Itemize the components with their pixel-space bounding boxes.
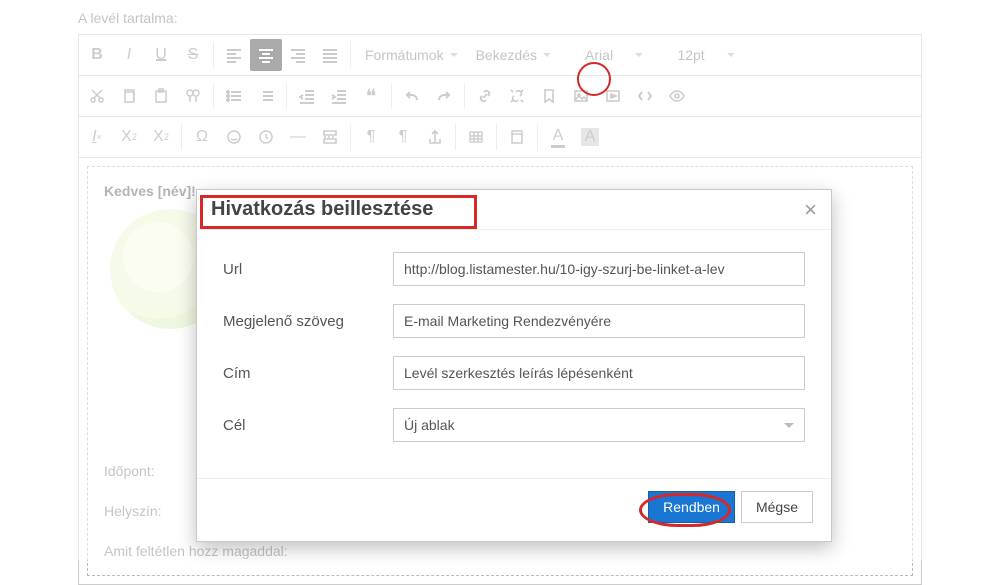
- code-button[interactable]: [629, 80, 661, 112]
- align-center-button[interactable]: [250, 39, 282, 71]
- redo-button[interactable]: [428, 80, 460, 112]
- table-button[interactable]: [460, 121, 492, 153]
- panel-label: A levél tartalma:: [0, 0, 1000, 34]
- anchor-button[interactable]: [419, 121, 451, 153]
- formats-dropdown[interactable]: Formátumok: [355, 39, 466, 71]
- separator: [537, 124, 538, 150]
- subscript-button[interactable]: X2: [113, 121, 145, 153]
- dialog-header: Hivatkozás beillesztése ×: [197, 190, 831, 230]
- bg-color-button[interactable]: A: [574, 121, 606, 153]
- emoji-button[interactable]: [218, 121, 250, 153]
- toolbar-row-2: ❝: [79, 76, 921, 117]
- superscript-button[interactable]: X2: [145, 121, 177, 153]
- insert-link-dialog: Hivatkozás beillesztése × Url Megjelenő …: [196, 189, 832, 542]
- italic-button[interactable]: I: [113, 39, 145, 71]
- hr-button[interactable]: —: [282, 121, 314, 153]
- separator: [496, 124, 497, 150]
- strikethrough-button[interactable]: S: [177, 39, 209, 71]
- separator: [286, 83, 287, 109]
- close-icon[interactable]: ×: [804, 199, 817, 221]
- outdent-button[interactable]: [291, 80, 323, 112]
- ltr-button[interactable]: ¶: [355, 121, 387, 153]
- pagebreak-button[interactable]: [314, 121, 346, 153]
- display-text-label: Megjelenő szöveg: [223, 313, 393, 330]
- target-label: Cél: [223, 417, 393, 434]
- dialog-title: Hivatkozás beillesztése: [211, 198, 433, 221]
- template-button[interactable]: [501, 121, 533, 153]
- meta-bring: Amit feltétlen hozz magaddal:: [104, 543, 896, 559]
- cut-button[interactable]: [81, 80, 113, 112]
- url-label: Url: [223, 261, 393, 278]
- display-text-input[interactable]: [393, 304, 805, 338]
- separator: [350, 124, 351, 150]
- separator: [213, 42, 214, 68]
- highlight-ok-button: [639, 493, 731, 527]
- separator: [464, 83, 465, 109]
- clear-format-button[interactable]: I×: [81, 121, 113, 153]
- align-left-button[interactable]: [218, 39, 250, 71]
- number-list-button[interactable]: [250, 80, 282, 112]
- paste-button[interactable]: [145, 80, 177, 112]
- dialog-footer: Rendben Mégse: [197, 478, 831, 541]
- underline-button[interactable]: U: [145, 39, 177, 71]
- url-input[interactable]: [393, 252, 805, 286]
- undo-button[interactable]: [396, 80, 428, 112]
- fontsize-dropdown[interactable]: 12pt: [651, 39, 743, 71]
- align-justify-button[interactable]: [314, 39, 346, 71]
- indent-button[interactable]: [323, 80, 355, 112]
- copy-button[interactable]: [113, 80, 145, 112]
- special-char-button[interactable]: Ω: [186, 121, 218, 153]
- datetime-button[interactable]: [250, 121, 282, 153]
- image-button[interactable]: [565, 80, 597, 112]
- toolbar-row-1: B I U S Formátumok Bekezdés Arial 12pt: [79, 35, 921, 76]
- paragraph-dropdown[interactable]: Bekezdés: [466, 39, 559, 71]
- font-dropdown[interactable]: Arial: [559, 39, 651, 71]
- toolbar-row-3: I× X2 X2 Ω — ¶ ¶ A A: [79, 117, 921, 158]
- title-label: Cím: [223, 365, 393, 382]
- link-button[interactable]: [469, 80, 501, 112]
- separator: [213, 83, 214, 109]
- blockquote-button[interactable]: ❝: [355, 80, 387, 112]
- dialog-body: Url Megjelenő szöveg Cím Cél Új ablak: [197, 230, 831, 478]
- find-button[interactable]: [177, 80, 209, 112]
- rtl-button[interactable]: ¶: [387, 121, 419, 153]
- title-input[interactable]: [393, 356, 805, 390]
- align-right-button[interactable]: [282, 39, 314, 71]
- target-select[interactable]: Új ablak: [393, 408, 805, 442]
- separator: [350, 42, 351, 68]
- text-color-button[interactable]: A: [542, 121, 574, 153]
- separator: [455, 124, 456, 150]
- separator: [181, 124, 182, 150]
- cancel-button[interactable]: Mégse: [741, 491, 813, 523]
- preview-button[interactable]: [661, 80, 693, 112]
- unlink-button[interactable]: [501, 80, 533, 112]
- bold-button[interactable]: B: [81, 39, 113, 71]
- media-button[interactable]: [597, 80, 629, 112]
- bookmark-button[interactable]: [533, 80, 565, 112]
- separator: [391, 83, 392, 109]
- bullet-list-button[interactable]: [218, 80, 250, 112]
